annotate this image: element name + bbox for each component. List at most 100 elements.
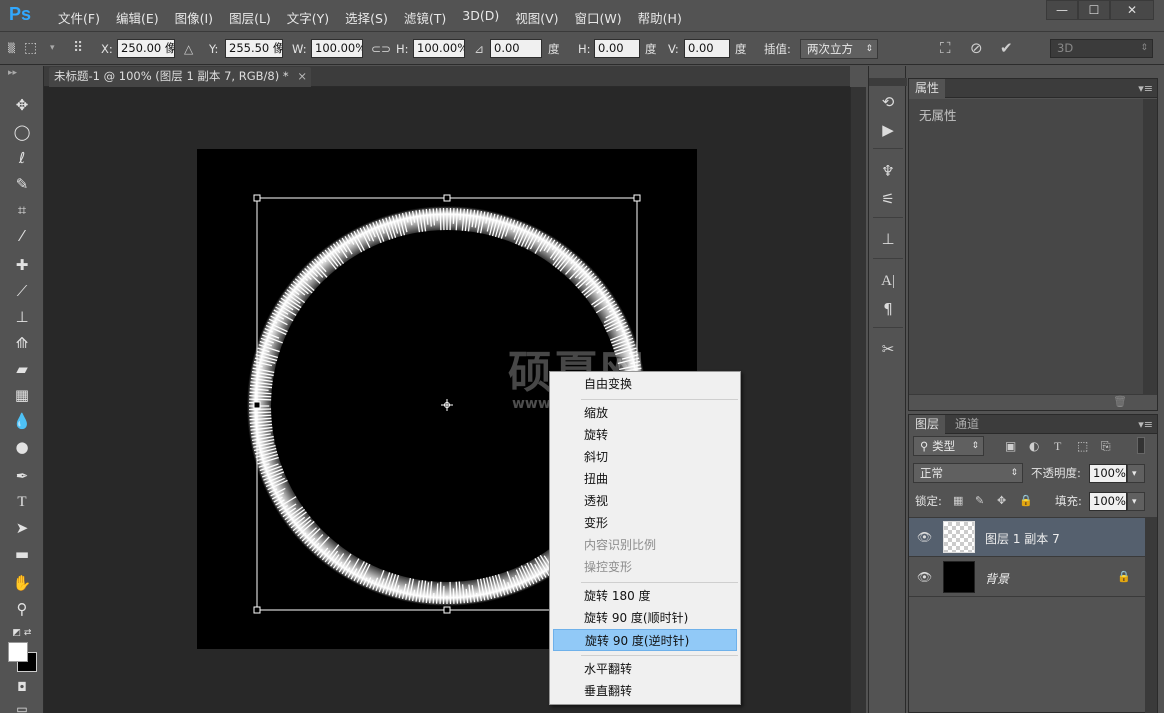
document-tab[interactable]: 未标题-1 @ 100% (图层 1 副本 7, RGB/8) * × [49,67,311,87]
lock-transparency-icon[interactable]: ▦ [953,491,963,511]
minimize-button[interactable]: — [1046,0,1078,20]
transform-tool-icon[interactable]: ⬚ [24,38,37,58]
warp-mode-icon[interactable]: ⛶ [940,38,951,58]
link-icon[interactable]: ⊂⊃ [371,39,391,59]
menu-select[interactable]: 选择(S) [337,8,396,27]
menu-item-perspective[interactable]: 透视 [553,490,737,512]
lock-pixels-icon[interactable]: ✎ [975,491,984,511]
dodge-icon[interactable]: ● [10,436,34,458]
close-window-button[interactable]: ✕ [1110,0,1154,20]
lasso-icon[interactable]: ℓ [10,147,34,169]
path-select-icon[interactable]: ➤ [10,517,34,539]
canvas-scrollbar[interactable] [850,87,866,713]
history-icon[interactable]: ⟲ [877,91,899,113]
zoom-icon[interactable]: ⚲ [10,598,34,620]
character-icon[interactable]: A| [877,270,899,292]
chevron-down-icon[interactable]: ▾ [50,38,55,58]
move-tool-icon[interactable]: ✥ [10,94,34,116]
collapse-icon[interactable]: ▸▸ [8,68,17,78]
eraser-icon[interactable]: ▰ [10,358,34,380]
commit-transform-icon[interactable]: ✔ [1000,38,1013,58]
panel-menu-icon[interactable]: ▾≡ [1138,79,1153,98]
menu-item-skew[interactable]: 斜切 [553,446,737,468]
layers-scrollbar[interactable] [1145,518,1157,713]
filter-toggle[interactable] [1137,437,1145,454]
elliptical-marquee-icon[interactable]: ◯ [10,121,34,143]
pen-icon[interactable]: ✒ [10,465,34,487]
vskew-field[interactable]: 0.00 [684,39,730,58]
maximize-button[interactable]: ☐ [1078,0,1110,20]
cancel-transform-icon[interactable]: ⊘ [970,38,983,58]
interp-dropdown[interactable]: 两次立方 ⇕ [800,39,878,59]
history-brush-icon[interactable]: ⟰ [10,332,34,354]
hand-icon[interactable]: ✋ [10,572,34,594]
actions-play-icon[interactable]: ▶ [877,119,899,141]
reference-point-icon[interactable]: ⠿ [73,38,83,58]
tool-presets-icon[interactable]: ✂ [877,338,899,360]
opacity-field[interactable]: 100% [1089,464,1127,483]
fill-chevron-icon[interactable]: ▾ [1127,492,1145,511]
filter-shape-icon[interactable]: ⬚ [1077,436,1088,456]
tab-properties[interactable]: 属性 [909,79,946,98]
filter-pixel-icon[interactable]: ▣ [1005,436,1016,456]
close-tab-icon[interactable]: × [297,67,307,86]
menu-item-rotate-90-ccw[interactable]: 旋转 90 度(逆时针) [553,629,737,651]
h-field[interactable]: 100.00% [413,39,465,58]
menu-3d[interactable]: 3D(D) [454,8,507,27]
rectangle-icon[interactable]: ▬ [10,543,34,565]
menu-item-rotate-90-cw[interactable]: 旋转 90 度(顺时针) [553,607,737,629]
eyedropper-icon[interactable]: ⁄ [10,225,34,247]
clone-source-icon[interactable]: ⊥ [877,228,899,250]
workspace-dropdown[interactable]: 3D ⇕ [1050,39,1153,58]
menu-item-rotate-180[interactable]: 旋转 180 度 [553,585,737,607]
menu-item-scale[interactable]: 缩放 [553,402,737,424]
quick-select-icon[interactable]: ✎ [10,173,34,195]
y-field[interactable]: 255.50 像 [225,39,283,58]
menu-filter[interactable]: 滤镜(T) [396,8,454,27]
tab-channels[interactable]: 通道 [949,415,985,434]
menu-view[interactable]: 视图(V) [507,8,566,27]
menu-help[interactable]: 帮助(H) [630,8,690,27]
clone-stamp-icon[interactable]: ⊥ [10,306,34,328]
menu-item-rotate[interactable]: 旋转 [553,424,737,446]
angle-field[interactable]: 0.00 [490,39,542,58]
menu-item-distort[interactable]: 扭曲 [553,468,737,490]
healing-brush-icon[interactable]: ✚ [10,254,34,276]
blur-icon[interactable]: 💧 [10,410,34,432]
menu-file[interactable]: 文件(F) [50,8,108,27]
visibility-eye-icon[interactable]: 👁 [917,530,932,544]
x-field[interactable]: 250.00 像 [117,39,175,58]
hskew-field[interactable]: 0.00 [594,39,640,58]
brushes-icon[interactable]: ♆ [877,160,899,182]
layer-filter-dropdown[interactable]: ⚲ 类型 ⇕ [913,436,984,456]
quick-mask-icon[interactable]: ◘ [10,676,34,698]
menu-item-flip-vertical[interactable]: 垂直翻转 [553,680,737,702]
gradient-icon[interactable]: ▦ [10,384,34,406]
lock-all-icon[interactable]: 🔒 [1019,491,1033,511]
fill-field[interactable]: 100% [1089,492,1127,511]
delta-icon[interactable]: △ [184,39,193,59]
brush-presets-icon[interactable]: ⚟ [877,188,899,210]
menu-window[interactable]: 窗口(W) [567,8,630,27]
crop-icon[interactable]: ⌗ [10,199,34,221]
default-colors-icon[interactable]: ◩ ⇄ [10,622,34,644]
menu-type[interactable]: 文字(Y) [279,8,337,27]
type-icon[interactable]: T [10,491,34,513]
menu-edit[interactable]: 编辑(E) [108,8,167,27]
menu-layer[interactable]: 图层(L) [221,8,279,27]
layer-row-selected[interactable]: 👁 图层 1 副本 7 [909,518,1145,557]
menu-image[interactable]: 图像(I) [167,8,221,27]
menu-item-flip-horizontal[interactable]: 水平翻转 [553,658,737,680]
lock-position-icon[interactable]: ✥ [997,491,1006,511]
blend-mode-dropdown[interactable]: 正常 ⇕ [913,463,1023,483]
brush-icon[interactable]: ⟋ [10,280,34,302]
filter-smart-object-icon[interactable]: ⎘ [1101,436,1111,456]
trash-icon[interactable]: 🗑 [1113,395,1127,408]
w-field[interactable]: 100.00% [311,39,363,58]
panel-menu-icon[interactable]: ▾≡ [1138,415,1153,434]
properties-scrollbar[interactable] [1143,99,1157,394]
filter-adjustment-icon[interactable]: ◐ [1029,436,1039,456]
filter-type-icon[interactable]: T [1054,436,1061,456]
menu-item-warp[interactable]: 变形 [553,512,737,534]
foreground-color-swatch[interactable] [8,642,28,662]
